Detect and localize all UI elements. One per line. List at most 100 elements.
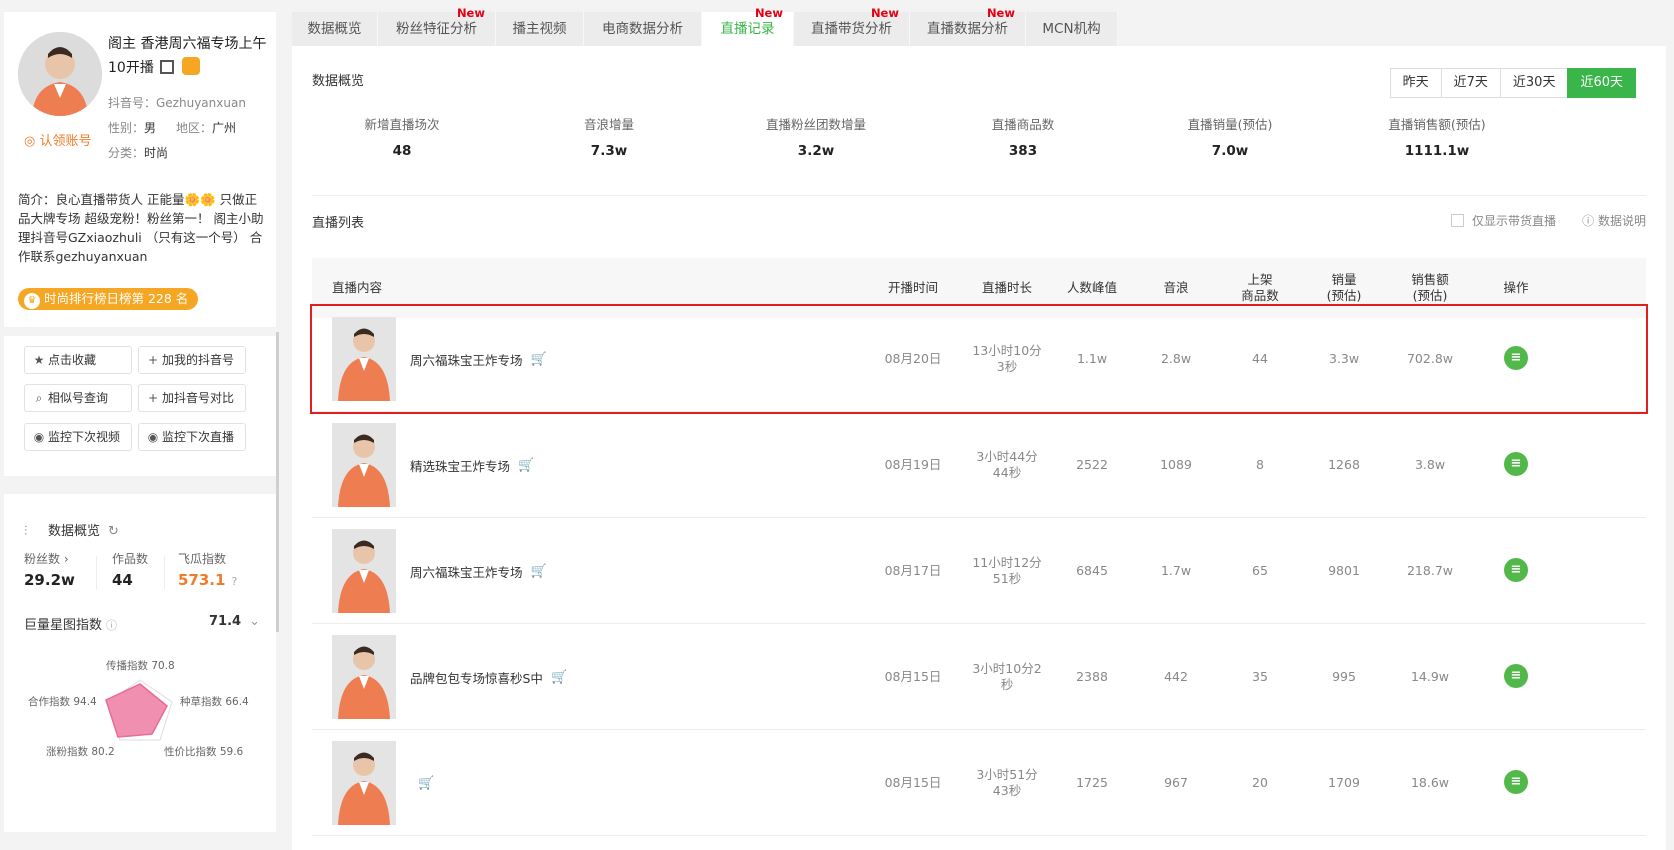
cart-icon: 🛒 xyxy=(418,775,435,791)
question-icon: ⓘ xyxy=(1582,214,1598,228)
tab-mcn[interactable]: MCN机构 xyxy=(1026,12,1118,46)
cell-duration: 3小时10分2 秒 xyxy=(972,661,1042,692)
profile-intro: 简介：良心直播带货人 正能量🌼🌼 只做正品大牌专场 超级宠粉！粉丝第一！ 阁主小… xyxy=(18,192,264,264)
cell-sales: 9801 xyxy=(1328,563,1360,578)
live-thumbnail[interactable] xyxy=(332,741,396,825)
refresh-icon[interactable]: ↻ xyxy=(108,524,119,539)
table-row[interactable]: 周六福珠宝王炸专场 🛒 08月17日 11小时12分 51秒 6845 1.7w 65 9801… xyxy=(312,518,1646,624)
page: ◎ 认领账号 阁主 香港周六福专场上午10开播 抖音号：Gezhuyanxuan… xyxy=(0,0,1674,850)
chart-icon: ⫶ xyxy=(24,524,28,539)
cell-goods: 35 xyxy=(1252,669,1268,684)
kpi-yinlang: 音浪增量 7.3w xyxy=(583,117,634,159)
kpi-fan-club: 直播粉丝团数增量 3.2w xyxy=(765,117,866,159)
live-thumbnail[interactable] xyxy=(332,423,396,507)
detail-list-icon[interactable]: ≡ xyxy=(1504,558,1528,582)
cell-sales: 1268 xyxy=(1328,457,1360,472)
cell-start: 08月17日 xyxy=(884,563,942,578)
detail-list-icon[interactable]: ≡ xyxy=(1504,452,1528,476)
gender-region: 性别：男 地区：广州 xyxy=(108,121,237,135)
detail-list-icon[interactable]: ≡ xyxy=(1504,770,1528,794)
data-note-link[interactable]: ⓘ 数据说明 xyxy=(1582,212,1646,229)
range-30d[interactable]: 近30天 xyxy=(1499,68,1569,98)
cell-peak: 2522 xyxy=(1076,457,1108,472)
kpi-new-lives: 新增直播场次 48 xyxy=(364,117,440,159)
sidebar: ◎ 认领账号 阁主 香港周六福专场上午10开播 抖音号：Gezhuyanxuan… xyxy=(4,12,279,832)
tab-live-sales[interactable]: 直播带货分析 New xyxy=(794,6,910,46)
cell-peak: 1725 xyxy=(1076,775,1108,790)
eye-icon: ◉ xyxy=(147,430,159,444)
cell-yinlang: 2.8w xyxy=(1160,351,1192,366)
qrcode-icon[interactable] xyxy=(159,60,174,74)
cell-revenue: 702.8w xyxy=(1406,351,1453,366)
cell-goods: 65 xyxy=(1252,563,1268,578)
avatar[interactable] xyxy=(18,32,102,116)
profile-name: 阁主 香港周六福专场上午10开播 xyxy=(108,36,267,76)
cell-revenue: 218.7w xyxy=(1406,563,1453,578)
cart-icon: 🛒 xyxy=(530,351,547,367)
fans-stat[interactable]: 粉丝数 › 29.2w xyxy=(24,550,75,589)
radar-label-fans-growth: 涨粉指数 80.2 xyxy=(46,746,115,758)
kpi-revenue: 直播销售额(预估) 1111.1w xyxy=(1388,117,1486,159)
favorite-button[interactable]: ★ 点击收藏 xyxy=(24,346,132,374)
cell-yinlang: 1.7w xyxy=(1160,563,1192,578)
search-icon: ⌕ xyxy=(35,391,43,405)
tab-data-overview[interactable]: 数据概览 xyxy=(292,12,378,46)
profile-card: ◎ 认领账号 阁主 香港周六福专场上午10开播 抖音号：Gezhuyanxuan… xyxy=(4,12,276,327)
rank-badge[interactable]: ♛ 时尚排行榜日榜第 228 名 xyxy=(18,288,199,310)
live-thumbnail[interactable] xyxy=(332,317,396,401)
monitor-video-button[interactable]: ◉ 监控下次视频 xyxy=(24,423,132,451)
checkbox[interactable] xyxy=(1450,214,1464,227)
claim-account-link[interactable]: ◎ 认领账号 xyxy=(24,130,92,149)
table-row[interactable]: 精选珠宝王炸专场 🛒 08月19日 3小时44分 44秒 2522 1089 8 1268 3.8… xyxy=(312,412,1646,518)
detail-list-icon[interactable]: ≡ xyxy=(1504,664,1528,688)
table-row[interactable]: 周六福珠宝王炸专场 🛒 08月20日 13小时10分 3秒 1.1w 2.8w 44 3.3w 7… xyxy=(310,304,1648,414)
tab-videos[interactable]: 播主视频 xyxy=(496,12,584,46)
tab-ecommerce[interactable]: 电商数据分析 xyxy=(584,12,702,46)
compare-button[interactable]: + 加抖音号对比 xyxy=(138,384,246,412)
live-title[interactable]: 周六福珠宝王炸专场 🛒 xyxy=(410,518,547,624)
date-range: 昨天 近7天 近30天 近60天 xyxy=(1389,68,1636,98)
add-mine-button[interactable]: + 加我的抖音号 xyxy=(138,346,246,374)
radar-label-coop: 合作指数 94.4 xyxy=(28,696,97,708)
monitor-live-button[interactable]: ◉ 监控下次直播 xyxy=(138,423,246,451)
live-thumbnail[interactable] xyxy=(332,529,396,613)
similar-search-button[interactable]: ⌕ 相似号查询 xyxy=(24,384,132,412)
cart-icon: 🛒 xyxy=(530,563,547,579)
cell-yinlang: 442 xyxy=(1164,669,1188,684)
live-title[interactable]: 周六福珠宝王炸专场 🛒 xyxy=(410,306,547,412)
cell-peak: 2388 xyxy=(1076,669,1108,684)
only-goods-filter[interactable]: 仅显示带货直播 xyxy=(1450,212,1556,229)
tab-fans-analysis[interactable]: 粉丝特征分析 New xyxy=(378,6,496,46)
range-yesterday[interactable]: 昨天 xyxy=(1389,68,1442,98)
cell-duration: 11小时12分 51秒 xyxy=(972,555,1042,586)
live-title[interactable]: 🛒 xyxy=(410,730,434,836)
cell-peak: 1.1w xyxy=(1076,351,1108,366)
radar-graphic xyxy=(105,679,173,741)
cell-sales: 995 xyxy=(1332,669,1356,684)
live-title[interactable]: 品牌包包专场惊喜秒S中 🛒 xyxy=(410,624,567,730)
tab-live-records[interactable]: 直播记录 New xyxy=(702,6,794,46)
cell-goods: 44 xyxy=(1252,351,1268,366)
kpi-row: 新增直播场次 48 音浪增量 7.3w 直播粉丝团数增量 3.2w 直播商品数 383 … xyxy=(292,114,1666,184)
radar-chart: 传播指数 70.8 种草指数 66.4 性价比指数 59.6 涨粉指数 80.2… xyxy=(4,654,276,824)
help-icon[interactable]: ? xyxy=(231,575,237,588)
sidebar-scrollbar[interactable] xyxy=(276,332,279,632)
cell-yinlang: 1089 xyxy=(1160,457,1192,472)
live-thumbnail[interactable] xyxy=(332,635,396,719)
claim-icon: ◎ xyxy=(24,134,40,149)
radar-label-seed: 种草指数 66.4 xyxy=(180,696,249,708)
jl-index-row[interactable]: 巨量星图指数 ⓘ 71.4 ⌄ xyxy=(24,614,260,633)
range-7d[interactable]: 近7天 xyxy=(1440,68,1501,98)
table-row[interactable]: 品牌包包专场惊喜秒S中 🛒 08月15日 3小时10分2 秒 2388 442 35 995 14… xyxy=(312,624,1646,730)
live-title[interactable]: 精选珠宝王炸专场 🛒 xyxy=(410,412,534,518)
radar-label-value: 性价比指数 59.6 xyxy=(164,746,244,758)
detail-list-icon[interactable]: ≡ xyxy=(1504,346,1528,370)
cell-goods: 20 xyxy=(1252,775,1268,790)
list-section-title: 直播列表 xyxy=(312,216,365,231)
shop-badge-icon xyxy=(181,57,200,75)
cell-duration: 3小时51分 43秒 xyxy=(976,767,1038,798)
tab-live-data[interactable]: 直播数据分析 New xyxy=(910,6,1026,46)
range-60d[interactable]: 近60天 xyxy=(1567,68,1636,98)
table-row[interactable]: 🛒 08月15日 3小时51分 43秒 1725 967 20 1709 18.6w ≡ xyxy=(312,730,1646,836)
info-icon: ⓘ xyxy=(106,619,118,632)
